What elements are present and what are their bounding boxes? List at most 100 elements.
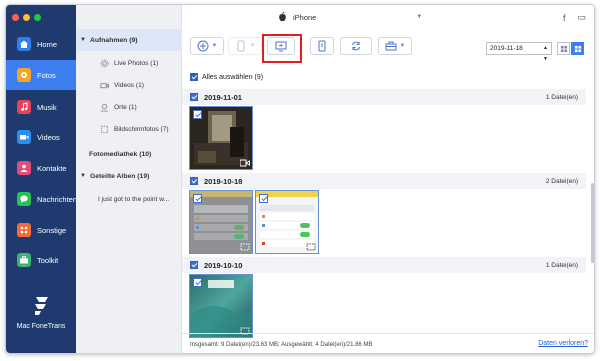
thumbnail-checkbox[interactable] xyxy=(193,194,202,203)
checkbox-icon xyxy=(190,73,198,81)
top-right-controls: f ▭ xyxy=(563,12,586,23)
top-bar: iPhone ▼ f ▭ xyxy=(182,5,594,31)
nav-item-label: Nachrichten xyxy=(37,194,78,204)
grid-small-view-button[interactable] xyxy=(557,42,570,55)
device-name: iPhone xyxy=(293,12,317,22)
chevron-down-icon: ▼ xyxy=(211,43,218,49)
chevron-down-icon: ▼ xyxy=(416,14,423,20)
feedback-icon[interactable]: ▭ xyxy=(577,12,586,23)
photo-grid: Alles auswählen (9) 2019-11-01 1 Datei(e… xyxy=(182,63,594,338)
thumbnail-checkbox[interactable] xyxy=(193,110,202,119)
checkbox-icon[interactable] xyxy=(190,177,198,185)
tree-item-label: Videos (1) xyxy=(114,81,144,89)
tree-header-label: Geteilte Alben (19) xyxy=(89,172,150,180)
nav-item-label: Toolkit xyxy=(37,255,59,265)
tree-item-videos[interactable]: Videos (1) xyxy=(76,75,182,95)
photo-thumbnail[interactable] xyxy=(189,190,253,254)
zoom-window-button[interactable] xyxy=(34,14,41,21)
export-to-device-button[interactable]: ▼ xyxy=(228,37,262,55)
tree-item-label: Orte (1) xyxy=(114,103,137,111)
tree-item-label: Bildschirmfotos (7) xyxy=(114,125,169,133)
export-highlight-box xyxy=(262,34,302,63)
photos-icon xyxy=(17,68,31,82)
photo-thumbnail[interactable] xyxy=(255,190,319,254)
select-all-checkbox[interactable]: Alles auswählen (9) xyxy=(190,73,263,81)
nav-item-label: Musik xyxy=(37,102,57,112)
toolbox-button[interactable]: ▼ xyxy=(378,37,412,55)
select-arrows-icon: ▲ ▼ xyxy=(543,45,548,62)
grid-small-icon xyxy=(560,45,567,52)
tree-header-shared[interactable]: ▼ Geteilte Alben (19) xyxy=(76,165,182,187)
other-icon xyxy=(17,223,31,237)
location-icon xyxy=(100,103,109,112)
checkbox-icon[interactable] xyxy=(190,261,198,269)
tree-item-live-photos[interactable]: Live Photos (1) xyxy=(76,53,182,73)
screenshot-icon xyxy=(100,125,109,133)
nav-item-toolkit[interactable]: Toolkit xyxy=(6,245,76,275)
add-icon xyxy=(197,40,209,52)
phone-button[interactable] xyxy=(310,37,334,55)
photo-tree: ▼ Aufnahmen (9) Live Photos (1) Videos (… xyxy=(76,5,182,353)
grid-large-icon xyxy=(574,45,581,52)
nav-item-photos[interactable]: Fotos xyxy=(6,60,76,90)
sync-button[interactable] xyxy=(340,37,372,55)
nav-item-videos[interactable]: Videos xyxy=(6,122,76,152)
add-button[interactable]: ▼ xyxy=(190,37,224,55)
tree-item-screenshots[interactable]: Bildschirmfotos (7) xyxy=(76,119,182,139)
close-window-button[interactable] xyxy=(12,14,19,21)
main-panel: iPhone ▼ f ▭ ▼ ▼ ▼ 2019-11-18 ▲ ▼ Alles … xyxy=(182,5,594,353)
video-icon xyxy=(17,130,31,144)
date-filter-value: 2019-11-18 xyxy=(490,45,523,52)
contacts-icon xyxy=(17,161,31,175)
status-bar: Insgesamt: 9 Datei(en)/23.63 MB; Ausgewä… xyxy=(182,333,594,353)
messages-icon xyxy=(17,192,31,206)
date-group-header[interactable]: 2019-10-18 2 Datei(en) xyxy=(182,173,586,189)
status-summary: Insgesamt: 9 Datei(en)/23.63 MB; Ausgewä… xyxy=(190,341,373,348)
group-count: 1 Datei(en) xyxy=(545,261,578,269)
nav-item-home[interactable]: Home xyxy=(6,29,76,59)
nav-item-contacts[interactable]: Kontakte xyxy=(6,153,76,183)
tree-item-places[interactable]: Orte (1) xyxy=(76,97,182,117)
date-group-header[interactable]: 2019-11-01 1 Datei(en) xyxy=(182,89,586,105)
home-icon xyxy=(17,37,31,51)
nav-item-label: Home xyxy=(37,39,58,49)
screenshot-badge-icon xyxy=(306,243,316,251)
thumbnail-checkbox[interactable] xyxy=(259,194,268,203)
date-filter-select[interactable]: 2019-11-18 ▲ ▼ xyxy=(486,42,552,62)
toolkit-icon xyxy=(17,253,31,267)
nav-item-other[interactable]: Sonstige xyxy=(6,215,76,245)
thumbnail-checkbox[interactable] xyxy=(193,278,202,287)
nav-item-messages[interactable]: Nachrichten xyxy=(6,184,78,214)
select-all-label: Alles auswählen (9) xyxy=(202,73,264,81)
date-group-header[interactable]: 2019-10-10 1 Datei(en) xyxy=(182,257,586,273)
tree-header-library[interactable]: Fotomediathek (10) xyxy=(76,143,182,165)
group-date: 2019-10-10 xyxy=(204,260,243,270)
expand-triangle-icon[interactable]: ▼ xyxy=(80,37,86,43)
tree-item-shared-album[interactable]: I just got to the point w... xyxy=(76,189,182,209)
device-selector[interactable]: iPhone ▼ xyxy=(278,12,422,22)
tree-item-label: I just got to the point w... xyxy=(98,195,170,203)
grid-large-view-button[interactable] xyxy=(571,42,584,55)
nav-item-music[interactable]: Musik xyxy=(6,92,76,122)
tree-header-label: Aufnahmen (9) xyxy=(89,36,138,44)
minimize-window-button[interactable] xyxy=(23,14,30,21)
expand-triangle-icon[interactable]: ▼ xyxy=(80,173,86,179)
nav-item-label: Videos xyxy=(37,132,60,142)
brand-name: Mac FoneTrans xyxy=(16,323,66,330)
sync-icon xyxy=(352,41,360,51)
tree-header-albums[interactable]: ▼ Aufnahmen (9) xyxy=(76,29,182,51)
facebook-icon[interactable]: f xyxy=(563,13,566,23)
checkbox-icon[interactable] xyxy=(190,93,198,101)
music-icon xyxy=(17,100,31,114)
tree-header-label: Fotomediathek (10) xyxy=(89,150,152,158)
tree-item-label: Live Photos (1) xyxy=(114,59,159,67)
group-count: 1 Datei(en) xyxy=(545,93,578,101)
group-count: 2 Datei(en) xyxy=(545,177,578,185)
photo-thumbnail[interactable] xyxy=(189,274,253,338)
photo-thumbnail[interactable] xyxy=(189,106,253,170)
chevron-down-icon: ▼ xyxy=(399,43,406,49)
data-lost-link[interactable]: Daten verloren? xyxy=(538,340,588,347)
apple-icon xyxy=(279,12,286,22)
scrollbar[interactable] xyxy=(591,183,594,263)
toolbox-icon xyxy=(385,41,397,51)
